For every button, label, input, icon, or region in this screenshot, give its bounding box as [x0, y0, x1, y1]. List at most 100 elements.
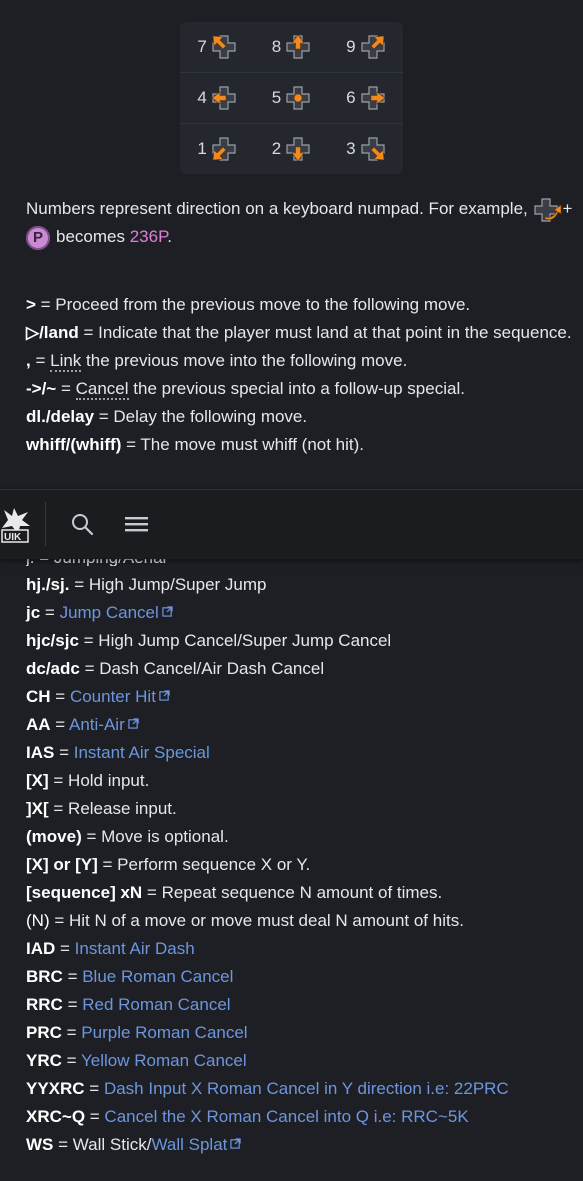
numpad-number: 7 — [197, 37, 207, 56]
notation-row: BRC = Blue Roman Cancel — [26, 963, 233, 991]
notation-key: hj./sj. — [26, 575, 70, 594]
notation-link[interactable]: Blue Roman Cancel — [82, 967, 233, 986]
site-logo[interactable]: UIK — [0, 504, 32, 544]
numpad-cell: 2 — [254, 124, 328, 174]
notation-link[interactable]: Jump Cancel — [60, 603, 159, 622]
notation-link[interactable]: Counter Hit — [70, 687, 156, 706]
notation-row: [X] or [Y] = Perform sequence X or Y. — [26, 851, 310, 879]
notation-row: dc/adc = Dash Cancel/Air Dash Cancel — [26, 655, 324, 683]
numpad-cell: 6 — [329, 73, 403, 123]
notation-text: = High Jump/Super Jump — [69, 575, 267, 594]
external-link-icon[interactable] — [230, 1138, 242, 1149]
notation-key: YYXRC — [26, 1079, 85, 1098]
notation-row: YRC = Yellow Roman Cancel — [26, 1047, 247, 1075]
dpad-neutral-icon — [286, 86, 310, 110]
notation-link[interactable]: Instant Air Dash — [75, 939, 195, 958]
external-link-icon[interactable] — [162, 606, 173, 617]
numpad-cell: 8 — [254, 22, 328, 72]
notation-row: hjc/sjc = High Jump Cancel/Super Jump Ca… — [26, 627, 391, 655]
rule-key: > — [26, 295, 36, 314]
notation-key: (move) — [26, 827, 82, 846]
notation-row: AA = Anti-Air — [26, 711, 139, 739]
dpad-right-icon — [360, 86, 386, 110]
numpad-number: 2 — [271, 139, 282, 158]
numpad-number: 8 — [271, 37, 282, 56]
notation-key: dc/adc — [26, 659, 80, 678]
notation-text: = Hold input. — [48, 771, 150, 790]
notation-row: ]X[ = Release input. — [26, 795, 177, 823]
notation-link[interactable]: Anti-Air — [69, 715, 125, 734]
numpad-cell: 7 — [180, 22, 254, 72]
numpad-number: 9 — [346, 37, 356, 56]
numpad-row: 1 2 3 — [180, 124, 403, 174]
notation-link[interactable]: Yellow Roman Cancel — [81, 1051, 247, 1070]
numpad-number: 1 — [197, 139, 207, 158]
notation-link[interactable]: Cancel the X Roman Cancel into Q i.e: RR… — [104, 1107, 468, 1126]
notation-row: [X] = Hold input. — [26, 767, 149, 795]
search-icon[interactable] — [70, 512, 94, 536]
notation-text: = — [54, 743, 74, 762]
notation-row: jc = Jump Cancel — [26, 599, 173, 627]
notation-row: YYXRC = Dash Input X Roman Cancel in Y d… — [26, 1075, 509, 1103]
numpad-number: 5 — [271, 88, 282, 107]
rule-key: dl./delay — [26, 407, 95, 426]
notation-row: PRC = Purple Roman Cancel — [26, 1019, 248, 1047]
notation-link[interactable]: Purple Roman Cancel — [81, 1023, 247, 1042]
rule-delay: dl./delay = Delay the following move. — [26, 403, 575, 431]
dpad-up-left-icon — [212, 35, 236, 59]
notation-key: [X] or [Y] — [26, 855, 98, 874]
rule-eq: = — [56, 379, 76, 398]
numpad-cell: 1 — [180, 124, 254, 174]
notation-text: = Perform sequence X or Y. — [97, 855, 311, 874]
notation-key: (N) — [26, 911, 50, 930]
notation-key: PRC — [26, 1023, 62, 1042]
notation-key: CH — [26, 687, 51, 706]
notation-row: RRC = Red Roman Cancel — [26, 991, 231, 1019]
numpad-number: 6 — [346, 88, 356, 107]
rule-text: = Indicate that the player must land at … — [78, 323, 572, 342]
notation-row: WS = Wall Stick/Wall Splat — [26, 1131, 242, 1159]
dpad-up-icon — [286, 34, 310, 59]
numpad-row: 4 5 6 — [180, 73, 403, 124]
rule-cancel: ->/~ = Cancel the previous special into … — [26, 375, 575, 403]
topbar-divider — [45, 502, 46, 546]
notation-text: = Wall Stick/ — [53, 1135, 152, 1154]
external-link-icon[interactable] — [128, 718, 139, 729]
rule-key: whiff/(whiff) — [26, 435, 122, 454]
notation-row: hj./sj. = High Jump/Super Jump — [26, 571, 266, 599]
notation-key: RRC — [26, 995, 63, 1014]
numpad-cell: 4 — [180, 73, 254, 123]
rule-eq: = — [30, 351, 51, 370]
dpad-down-icon — [286, 137, 310, 162]
rule-text: = Proceed from the previous move to the … — [35, 295, 471, 314]
notation-key: ]X[ — [26, 799, 49, 818]
notation-link[interactable]: Dash Input X Roman Cancel in Y direction… — [104, 1079, 509, 1098]
menu-icon[interactable] — [124, 512, 148, 536]
numpad-direction-table: 7 8 9 4 5 6 1 2 3 — [180, 22, 403, 174]
link-term-tooltip[interactable]: Link — [50, 351, 82, 372]
rule-land: ▷/land = Indicate that the player must l… — [26, 319, 575, 347]
rule-whiff: whiff/(whiff) = The move must whiff (not… — [26, 431, 575, 459]
notation-text: = — [61, 1023, 82, 1042]
notation-text: = — [61, 1051, 81, 1070]
notation-text: = Release input. — [48, 799, 177, 818]
becomes-text: becomes — [56, 227, 125, 246]
symbol-rules: > = Proceed from the previous move to th… — [26, 291, 575, 459]
external-link-icon[interactable] — [159, 690, 170, 701]
cancel-term-tooltip[interactable]: Cancel — [75, 379, 129, 400]
notation-text: = — [50, 715, 69, 734]
dpad-quarter-circle-forward-icon — [533, 197, 561, 222]
notation-key: XRC~Q — [26, 1107, 86, 1126]
notation-text: = Repeat sequence N amount of times. — [142, 883, 443, 902]
notation-link[interactable]: Red Roman Cancel — [82, 995, 230, 1014]
notation-key: IAS — [26, 743, 55, 762]
notation-key: YRC — [26, 1051, 62, 1070]
notation-key: hjc/sjc — [26, 631, 79, 650]
notation-link[interactable]: Instant Air Special — [74, 743, 210, 762]
top-bar: UIK — [0, 489, 583, 559]
numpad-number: 3 — [346, 139, 356, 158]
rule-text: the previous special into a follow-up sp… — [128, 379, 465, 398]
rule-text: the previous move into the following mov… — [81, 351, 408, 370]
punch-button-icon: P — [26, 225, 50, 250]
notation-link[interactable]: Wall Splat — [151, 1135, 227, 1154]
